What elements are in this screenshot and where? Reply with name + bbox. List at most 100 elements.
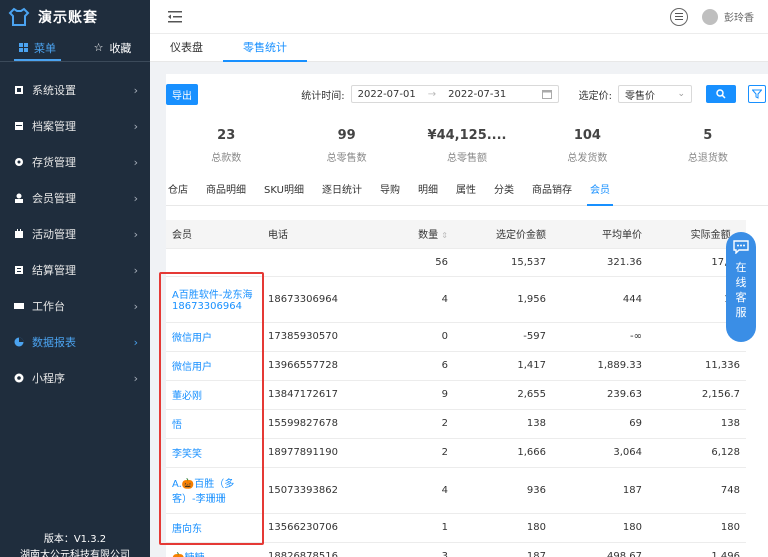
sidebar-item-mini-program[interactable]: 小程序 ›: [0, 360, 150, 396]
member-amount: 936: [454, 467, 552, 514]
chat-icon: [733, 240, 749, 254]
member-name[interactable]: 悟: [166, 409, 262, 439]
sort-icon[interactable]: ⇕: [441, 231, 448, 240]
subtab-guide[interactable]: 导购: [371, 180, 409, 205]
time-label: 统计时间:: [301, 90, 345, 102]
member-amount: 1,417: [454, 351, 552, 381]
member-avg: -∞: [552, 322, 648, 352]
member-amount: -597: [454, 322, 552, 352]
sidebar-item-archives[interactable]: 档案管理 ›: [0, 108, 150, 144]
stat-total-retail-qty: 99 总零售数: [286, 128, 406, 180]
table-row: 🎃糖糖 18826878516 3 187 498.67 1,496: [166, 542, 746, 557]
mini-program-icon: [14, 373, 24, 383]
tab-dashboard[interactable]: 仪表盘: [150, 34, 223, 62]
sidebar-item-workbench[interactable]: 工作台 ›: [0, 288, 150, 324]
sidebar-item-label: 小程序: [32, 372, 65, 385]
table-row: 悟 15599827678 2 138 69 138: [166, 409, 746, 439]
member-avg: 239.63: [552, 380, 648, 410]
toolbar: 导出 统计时间: 2022-07-01 → 2022-07-31 选定价: 零售…: [166, 74, 768, 114]
col-member[interactable]: 会员: [166, 220, 262, 249]
member-amount: 180: [454, 513, 552, 543]
subtab-daily[interactable]: 逐日统计: [313, 180, 371, 205]
member-avg: 69: [552, 409, 648, 439]
tab-retail-stats[interactable]: 零售统计: [223, 34, 307, 62]
member-name[interactable]: 微信用户: [166, 322, 262, 352]
member-name[interactable]: A.🎃百胜（多客）-李珊珊: [166, 467, 262, 514]
col-amount[interactable]: 选定价金额: [454, 220, 552, 249]
stat-value: 5: [703, 128, 713, 143]
col-actual-label: 实际金额: [690, 230, 731, 242]
col-phone[interactable]: 电话: [262, 220, 372, 249]
member-amount: 138: [454, 409, 552, 439]
search-icon: [716, 89, 726, 99]
col-qty-label: 数量: [418, 230, 439, 242]
sidebar-item-settlement[interactable]: 结算管理 ›: [0, 252, 150, 288]
table-header-row: 会员 电话 数量 ⇕ 选定价金额 平均单价 实际金额 ▲: [166, 220, 746, 249]
tab-favorites[interactable]: ☆ 收藏: [75, 34, 150, 61]
subtab-detail[interactable]: 明细: [409, 180, 447, 205]
calendar-icon: [541, 90, 552, 99]
settlement-icon: [15, 266, 23, 274]
subtab-sku-detail[interactable]: SKU明细: [255, 180, 313, 205]
sidebar-item-label: 档案管理: [32, 120, 76, 133]
price-label: 选定价:: [578, 90, 612, 102]
sidebar-item-inventory[interactable]: 存货管理 ›: [0, 144, 150, 180]
member-avg: 444: [552, 276, 648, 323]
member-name[interactable]: 唐向东: [166, 513, 262, 543]
member-avg: 180: [552, 513, 648, 543]
member-name[interactable]: 微信用户: [166, 351, 262, 381]
stat-label: 总零售额: [447, 153, 488, 164]
arrow-right-icon: →: [427, 88, 437, 100]
user-menu[interactable]: 彭玲香: [702, 8, 754, 25]
member-qty: 1: [372, 513, 454, 543]
summary-empty: [166, 248, 262, 277]
sidebar-item-label: 会员管理: [32, 192, 76, 205]
search-button[interactable]: [706, 85, 736, 103]
sidebar-item-reports[interactable]: 数据报表 ›: [0, 324, 150, 360]
version-text: 版本：V1.3.2: [43, 534, 107, 545]
subtab-attribute[interactable]: 属性: [447, 180, 485, 205]
menu-list-icon[interactable]: [670, 7, 688, 26]
member-name[interactable]: 李笑笑: [166, 438, 262, 468]
sidebar-item-system-settings[interactable]: 系统设置 ›: [0, 72, 150, 108]
member-phone: 15073393862: [262, 467, 372, 514]
tab-menu[interactable]: 菜单: [0, 34, 75, 61]
collapse-menu-icon[interactable]: [168, 10, 182, 23]
price-select[interactable]: 零售价 ⌄: [618, 85, 692, 103]
stat-value: 23: [217, 128, 236, 143]
inventory-icon: [15, 158, 23, 166]
sidebar-item-activities[interactable]: 活动管理 ›: [0, 216, 150, 252]
member-phone: 18977891190: [262, 438, 372, 468]
col-qty[interactable]: 数量 ⇕: [372, 220, 454, 249]
summary-avg: 321.36: [552, 248, 648, 277]
subtab-store[interactable]: 仓店: [166, 180, 197, 205]
filter-icon: [752, 89, 762, 99]
export-button[interactable]: 导出: [166, 83, 198, 105]
online-service-button[interactable]: 在 线 客 服: [726, 232, 756, 342]
avatar: [702, 8, 718, 25]
member-name[interactable]: 🎃糖糖: [166, 542, 262, 557]
date-range-picker[interactable]: 2022-07-01 → 2022-07-31: [350, 85, 559, 103]
chevron-right-icon: ›: [133, 227, 138, 241]
table-row: 微信用户 13966557728 6 1,417 1,889.33 11,336: [166, 351, 746, 381]
chevron-right-icon: ›: [133, 83, 138, 97]
subtab-member[interactable]: 会员: [581, 180, 619, 206]
table-row: A百胜软件-龙东海18673306964 18673306964 4 1,956…: [166, 276, 746, 323]
subtab-category[interactable]: 分类: [485, 180, 523, 205]
col-avg[interactable]: 平均单价: [552, 220, 648, 249]
tab-menu-label: 菜单: [34, 41, 56, 55]
sidebar-item-label: 工作台: [32, 300, 65, 313]
service-char: 客: [735, 291, 747, 304]
stat-total-shipped: 104 总发货数: [527, 128, 647, 180]
subtab-product-stock[interactable]: 商品销存: [523, 180, 581, 205]
member-name[interactable]: A百胜软件-龙东海18673306964: [166, 276, 262, 323]
subtab-product-detail[interactable]: 商品明细: [197, 180, 255, 205]
price-select-value: 零售价: [625, 90, 655, 102]
sidebar-menu: 系统设置 › 档案管理 › 存货管理 › 会员管理 › 活动管理 › 结算管理 …: [0, 72, 150, 396]
filter-button[interactable]: [748, 85, 766, 103]
member-amount: 1,666: [454, 438, 552, 468]
member-qty: 6: [372, 351, 454, 381]
sidebar-item-members[interactable]: 会员管理 ›: [0, 180, 150, 216]
member-name[interactable]: 董必刚: [166, 380, 262, 410]
member-qty: 9: [372, 380, 454, 410]
